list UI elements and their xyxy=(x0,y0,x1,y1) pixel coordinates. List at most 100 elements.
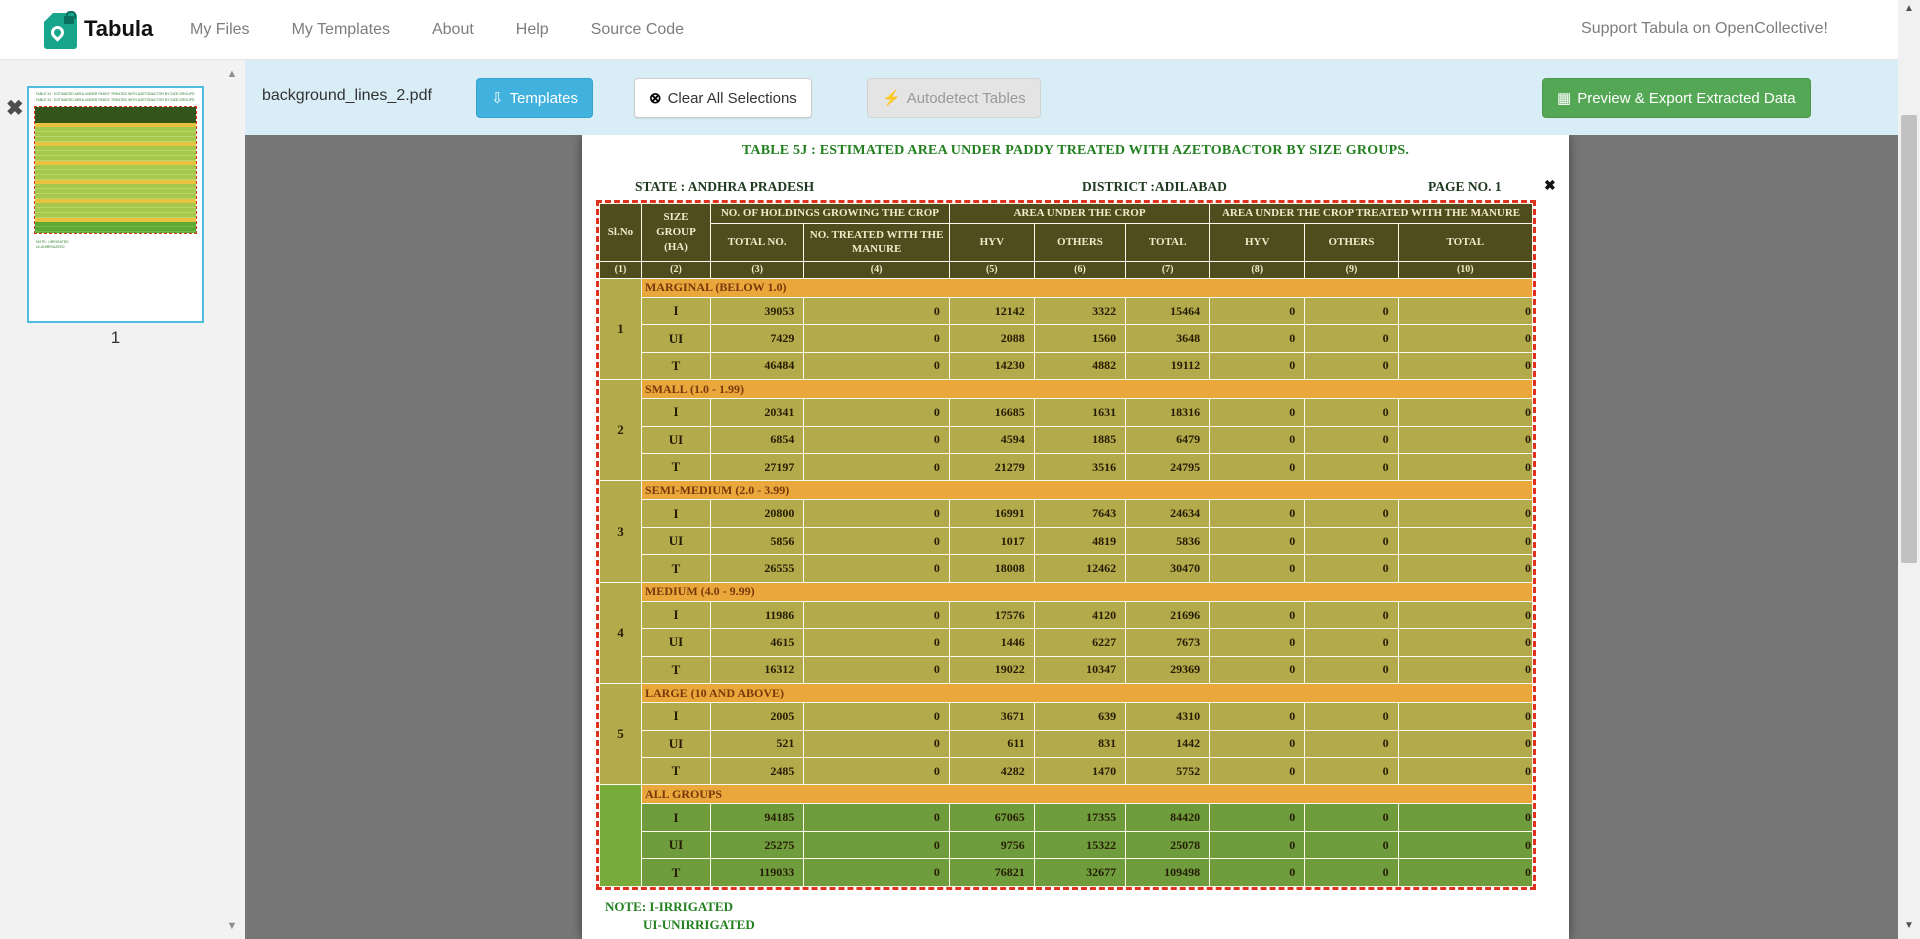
header-sub: TOTAL NO. xyxy=(711,223,804,261)
support-link[interactable]: Support Tabula on OpenCollective! xyxy=(1581,20,1828,38)
scrollbar-down-icon[interactable]: ▼ xyxy=(1898,920,1920,936)
value-cell: 1885 xyxy=(1034,426,1125,453)
value-cell: 0 xyxy=(804,352,950,379)
value-cell: 6854 xyxy=(711,426,804,453)
value-cell: 0 xyxy=(1305,555,1398,582)
value-cell: 0 xyxy=(1305,656,1398,683)
clear-icon: ⊗ xyxy=(649,91,662,106)
value-cell: 84420 xyxy=(1126,804,1210,831)
row-label-cell: T xyxy=(641,555,710,582)
selection-close-button[interactable]: ✖ xyxy=(1544,177,1556,194)
value-cell: 20341 xyxy=(711,399,804,426)
value-cell: 109498 xyxy=(1126,859,1210,887)
value-cell: 0 xyxy=(1398,454,1532,481)
value-cell: 0 xyxy=(804,859,950,887)
scrollbar-thumb[interactable] xyxy=(1901,115,1917,563)
value-cell: 14230 xyxy=(949,352,1034,379)
value-cell: 0 xyxy=(1210,352,1305,379)
thumbnail-selection-overlay xyxy=(34,106,197,234)
pdf-district: DISTRICT :ADILABAD xyxy=(1082,179,1227,195)
remove-page-button[interactable]: ✖ xyxy=(6,98,24,119)
nav-item-source-code[interactable]: Source Code xyxy=(591,21,684,39)
table-row: T163120190221034729369000 xyxy=(600,656,1533,683)
value-cell: 16991 xyxy=(949,500,1034,527)
table-row: I2005036716394310000 xyxy=(600,703,1533,730)
value-cell: 0 xyxy=(1305,703,1398,730)
nav-item-about[interactable]: About xyxy=(432,21,474,39)
templates-button[interactable]: ⇩ Templates xyxy=(476,78,593,118)
value-cell: 0 xyxy=(804,454,950,481)
table-row: T265550180081246230470000 xyxy=(600,555,1533,582)
value-cell: 0 xyxy=(1398,399,1532,426)
autodetect-tables-button[interactable]: ⚡ Autodetect Tables xyxy=(867,78,1041,118)
row-label-cell: T xyxy=(641,859,710,887)
value-cell: 0 xyxy=(1305,500,1398,527)
header-sub: OTHERS xyxy=(1034,223,1125,261)
value-cell: 0 xyxy=(1305,352,1398,379)
header-colnum: (10) xyxy=(1398,261,1532,278)
value-cell: 3322 xyxy=(1034,297,1125,324)
table-row: T24850428214705752000 xyxy=(600,757,1533,784)
header-colnum: (6) xyxy=(1034,261,1125,278)
value-cell: 611 xyxy=(949,730,1034,757)
clear-button-label: Clear All Selections xyxy=(668,90,797,107)
group-slno-cell xyxy=(600,785,642,887)
nav-item-help[interactable]: Help xyxy=(516,21,549,39)
value-cell: 16685 xyxy=(949,399,1034,426)
nav-item-my-templates[interactable]: My Templates xyxy=(292,21,390,39)
value-cell: 0 xyxy=(1398,831,1532,858)
pdf-data-table: Sl.NoSIZE GROUP (HA)NO. OF HOLDINGS GROW… xyxy=(599,203,1533,887)
value-cell: 0 xyxy=(1210,601,1305,628)
value-cell: 0 xyxy=(804,500,950,527)
value-cell: 25078 xyxy=(1126,831,1210,858)
value-cell: 25275 xyxy=(711,831,804,858)
preview-export-button[interactable]: ▦ Preview & Export Extracted Data xyxy=(1542,78,1811,118)
value-cell: 0 xyxy=(1210,804,1305,831)
value-cell: 12142 xyxy=(949,297,1034,324)
value-cell: 4882 xyxy=(1034,352,1125,379)
logo-fold xyxy=(44,13,53,22)
table-selection-box[interactable]: Sl.NoSIZE GROUP (HA)NO. OF HOLDINGS GROW… xyxy=(596,200,1536,890)
sidebar-scroll-up-icon[interactable]: ▲ xyxy=(224,68,240,82)
pdf-state: STATE : ANDHRA PRADESH xyxy=(635,179,814,195)
value-cell: 0 xyxy=(804,527,950,554)
thumbnail-title-line: TABLE 5J : ESTIMATED AREA UNDER PADDY TR… xyxy=(33,92,198,96)
row-label-cell: I xyxy=(641,804,710,831)
table-row: UI52106118311442000 xyxy=(600,730,1533,757)
value-cell: 4310 xyxy=(1126,703,1210,730)
value-cell: 32677 xyxy=(1034,859,1125,887)
window-scrollbar[interactable]: ▲ ▼ xyxy=(1898,0,1920,939)
header-colnum-row: (1)(2)(3)(4)(5)(6)(7)(8)(9)(10) xyxy=(600,261,1533,278)
row-label-cell: UI xyxy=(641,325,710,352)
group-label-cell: ALL GROUPS xyxy=(641,785,1532,804)
value-cell: 30470 xyxy=(1126,555,1210,582)
templates-button-label: Templates xyxy=(510,90,578,107)
scrollbar-up-icon[interactable]: ▲ xyxy=(1898,3,1920,19)
value-cell: 4120 xyxy=(1034,601,1125,628)
pdf-note: NOTE: I-IRRIGATED UI-UNIRRIGATED xyxy=(605,898,755,934)
value-cell: 18008 xyxy=(949,555,1034,582)
clear-all-selections-button[interactable]: ⊗ Clear All Selections xyxy=(634,78,812,118)
group-label-cell: MEDIUM (4.0 - 9.99) xyxy=(641,582,1532,601)
nav-item-my-files[interactable]: My Files xyxy=(190,21,250,39)
page-thumbnail[interactable]: TABLE 5J : ESTIMATED AREA UNDER PADDY TR… xyxy=(27,86,204,323)
pdf-district-value: ADILABAD xyxy=(1155,179,1227,194)
value-cell: 1446 xyxy=(949,629,1034,656)
value-cell: 5752 xyxy=(1126,757,1210,784)
header-sub: HYV xyxy=(1210,223,1305,261)
value-cell: 6227 xyxy=(1034,629,1125,656)
value-cell: 2005 xyxy=(711,703,804,730)
value-cell: 0 xyxy=(1210,454,1305,481)
row-label-cell: I xyxy=(641,399,710,426)
header-row-2: TOTAL NO.NO. TREATED WITH THE MANUREHYVO… xyxy=(600,223,1533,261)
group-slno-cell: 2 xyxy=(600,380,642,481)
sidebar-scroll-down-icon[interactable]: ▼ xyxy=(224,920,240,934)
group-band-row: 1MARGINAL (BELOW 1.0) xyxy=(600,278,1533,297)
pdf-page[interactable]: TABLE 5J : ESTIMATED AREA UNDER PADDY TR… xyxy=(582,135,1569,939)
value-cell: 0 xyxy=(1305,325,1398,352)
value-cell: 21279 xyxy=(949,454,1034,481)
pdf-district-label: DISTRICT : xyxy=(1082,179,1155,194)
value-cell: 0 xyxy=(1210,859,1305,887)
value-cell: 3516 xyxy=(1034,454,1125,481)
value-cell: 0 xyxy=(1305,629,1398,656)
